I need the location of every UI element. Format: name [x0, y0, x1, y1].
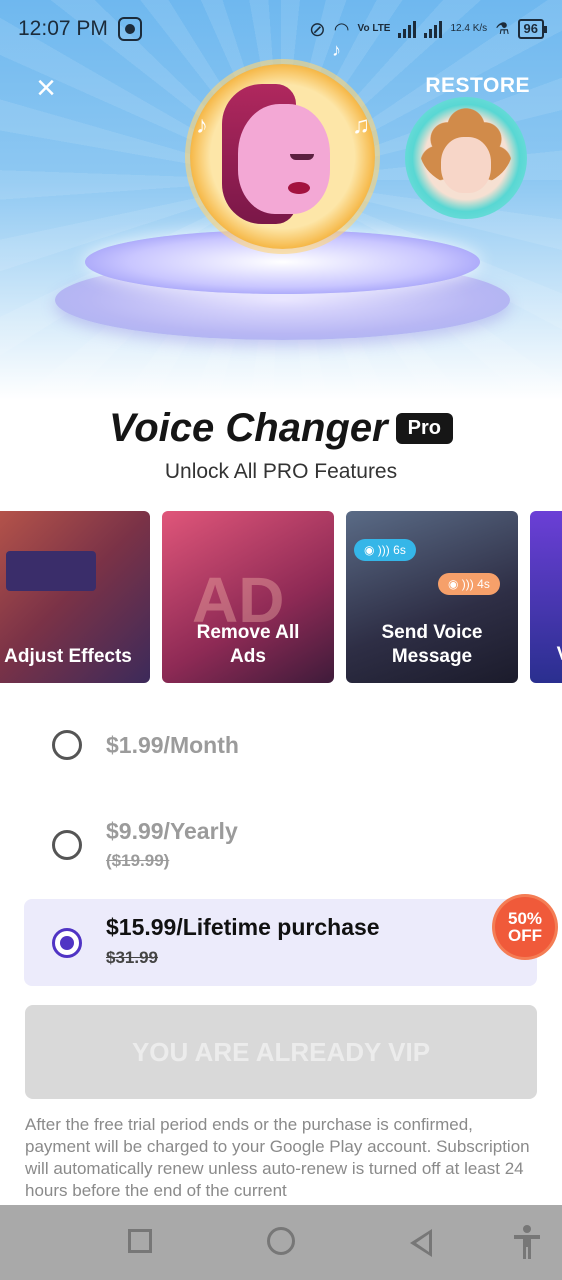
feature-card-adjust-effects[interactable]: Adjust Effects [0, 511, 150, 683]
status-bar: 12:07 PM ⊘ ◠ Vo LTE 12.4 K/s ⚗ 96 [0, 0, 562, 58]
title-row: Voice Changer Pro [0, 406, 562, 451]
feature-card-send-voice[interactable]: ◉ ))) 6s ◉ ))) 4s Send Voice Message [346, 511, 518, 683]
music-note-icon: ♫ [352, 112, 370, 139]
vip-button[interactable]: YOU ARE ALREADY VIP [25, 1005, 537, 1099]
radio-button-selected[interactable] [52, 928, 82, 958]
avatar-girl-image [405, 97, 527, 219]
radio-button[interactable] [52, 830, 82, 860]
feature-label: Adjust Effects [4, 646, 132, 667]
plan-option-monthly[interactable]: $1.99/Month [24, 715, 537, 775]
plan-option-lifetime[interactable]: $15.99/Lifetime purchase $31.99 [24, 899, 537, 986]
navigation-bar [0, 1205, 562, 1280]
back-icon[interactable] [410, 1229, 432, 1257]
network-speed: 12.4 K/s [450, 23, 488, 34]
feature-label: V [557, 643, 562, 669]
plan-price: $15.99/Lifetime purchase [106, 914, 380, 940]
home-icon[interactable] [267, 1227, 295, 1255]
page-title: Voice Changer [109, 406, 388, 450]
status-time: 12:07 PM [18, 17, 108, 40]
discount-badge: 50% OFF [495, 897, 555, 957]
music-note-icon: ♪ [196, 112, 208, 139]
hero-banner: ♪ ♫ ♪ 12:07 PM ⊘ ◠ Vo LTE 12.4 K/s ⚗ 96 … [0, 0, 562, 400]
signal-icon [398, 20, 417, 38]
app-notification-icon [117, 17, 142, 41]
plan-old-price: $31.99 [106, 948, 158, 967]
battery-indicator: 96 [517, 19, 548, 39]
plan-option-yearly[interactable]: $9.99/Yearly ($19.99) [24, 805, 537, 885]
recent-apps-icon[interactable] [128, 1229, 152, 1253]
plan-old-price: ($19.99) [106, 851, 170, 870]
feature-card-remove-ads[interactable]: AD Remove All Ads [162, 511, 334, 683]
feature-label: Send Voice Message [381, 622, 483, 667]
avatar-woman-image [190, 64, 375, 249]
radio-button[interactable] [52, 730, 82, 760]
plan-price: $1.99/Month [106, 732, 239, 758]
network-label: Vo LTE [357, 23, 391, 34]
restore-button[interactable]: RESTORE [425, 74, 530, 98]
features-carousel[interactable]: Adjust Effects AD Remove All Ads ◉ ))) 6… [0, 511, 562, 683]
pro-badge: Pro [395, 413, 453, 444]
voice-bubble: ◉ ))) 4s [438, 573, 500, 595]
page-subtitle: Unlock All PRO Features [164, 460, 398, 483]
wifi-icon: ◠ [333, 18, 350, 39]
accessibility-icon[interactable] [512, 1225, 542, 1259]
close-icon[interactable]: × [30, 71, 62, 105]
dnd-icon: ⊘ [309, 18, 326, 41]
signal-icon [424, 20, 443, 38]
plan-price: $9.99/Yearly [106, 818, 238, 844]
feature-label: Remove All Ads [196, 622, 300, 667]
disclaimer-text: After the free trial period ends or the … [25, 1115, 530, 1200]
equalizer-icon [6, 551, 96, 591]
feature-card-partial[interactable]: V [530, 511, 562, 683]
flask-icon: ⚗ [495, 21, 510, 38]
voice-bubble: ◉ ))) 6s [354, 539, 416, 561]
